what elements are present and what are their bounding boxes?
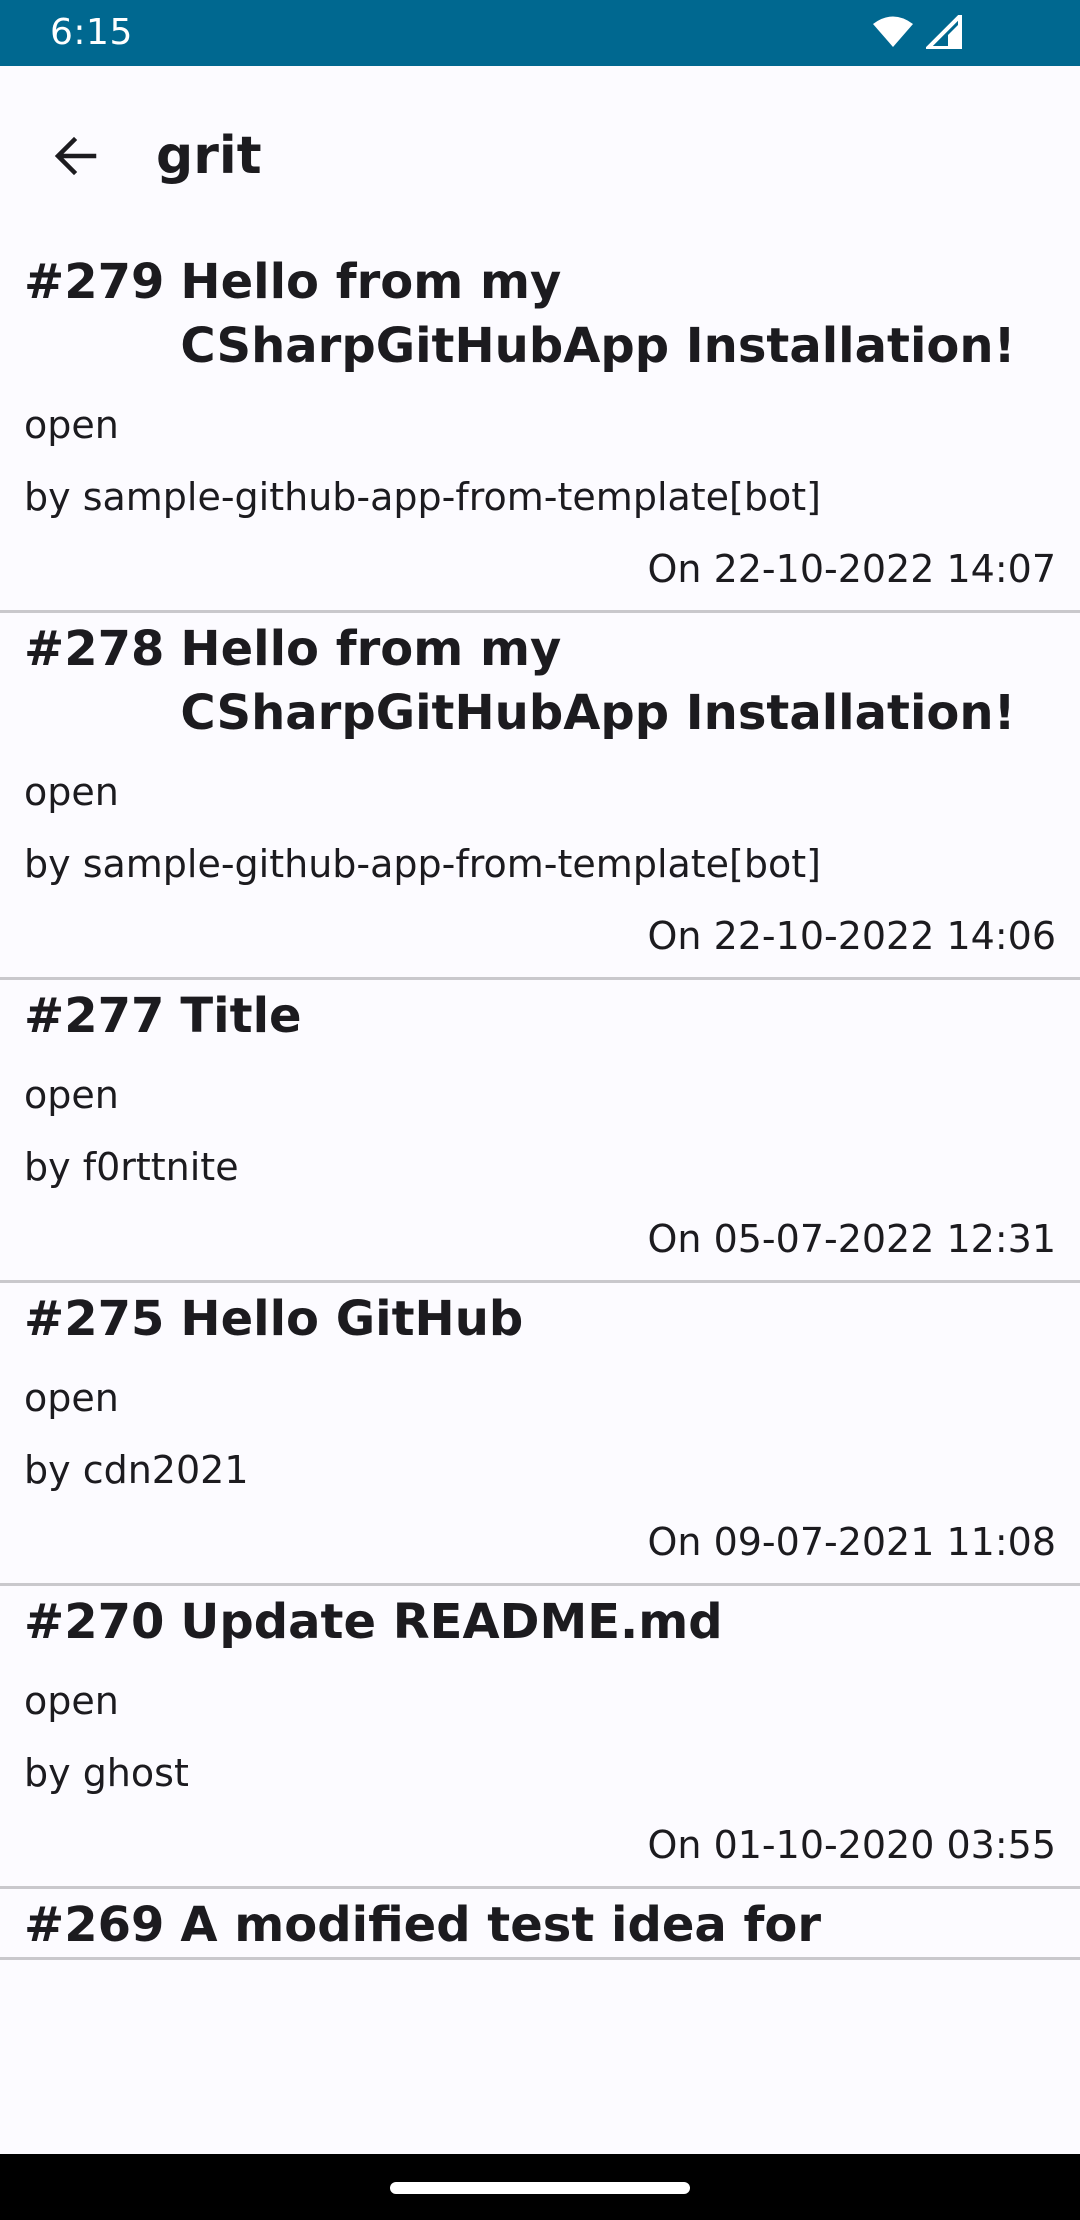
- back-button[interactable]: [40, 122, 112, 194]
- issue-state: open: [24, 403, 119, 447]
- status-bar: 6:15: [0, 0, 1080, 66]
- issue-list-item[interactable]: #277 Title open by f0rttnite On 05-07-20…: [0, 980, 1080, 1283]
- status-time: 6:15: [50, 12, 133, 53]
- wifi-icon: [872, 15, 914, 53]
- issue-author: by ghost: [24, 1751, 189, 1795]
- issue-list-item[interactable]: #275 Hello GitHub open by cdn2021 On 09-…: [0, 1283, 1080, 1586]
- arrow-back-icon: [52, 132, 100, 184]
- issue-title: Title: [180, 988, 302, 1044]
- issue-title: Update README.md: [180, 1594, 723, 1650]
- issue-state: open: [24, 1073, 119, 1117]
- issue-state: open: [24, 770, 119, 814]
- issue-number: #278: [24, 621, 165, 677]
- issue-list-item[interactable]: #270 Update README.md open by ghost On 0…: [0, 1586, 1080, 1889]
- page-title: grit: [156, 126, 262, 186]
- issue-title: Hello GitHub: [180, 1291, 524, 1347]
- issue-date: On 09-07-2021 11:08: [647, 1520, 1057, 1564]
- status-icons: [872, 11, 962, 54]
- issue-date: On 05-07-2022 12:31: [647, 1217, 1057, 1261]
- cell-signal-icon: [923, 11, 962, 53]
- issue-number: #269: [24, 1897, 165, 1953]
- issue-title: Hello from my CSharpGitHubApp Installati…: [180, 254, 1016, 374]
- issue-author: by sample-github-app-from-template[bot]: [24, 842, 821, 886]
- navigation-bar: [0, 2154, 1080, 2220]
- issue-state: open: [24, 1679, 119, 1723]
- issue-title-row: #277 Title: [24, 980, 1056, 1048]
- issue-author: by f0rttnite: [24, 1145, 239, 1189]
- issue-number: #277: [24, 988, 165, 1044]
- issue-number: #279: [24, 254, 165, 310]
- app-bar: grit: [0, 66, 1080, 246]
- issue-title-row: #270 Update README.md: [24, 1586, 1056, 1654]
- issue-title-row: #275 Hello GitHub: [24, 1283, 1056, 1351]
- issue-number: #275: [24, 1291, 165, 1347]
- issue-title-row: #269 A modified test idea for: [24, 1889, 1056, 1957]
- issue-list-item[interactable]: #269 A modified test idea for: [0, 1889, 1080, 1960]
- issue-author: by cdn2021: [24, 1448, 249, 1492]
- issue-date: On 22-10-2022 14:07: [647, 547, 1057, 591]
- issue-title: Hello from my CSharpGitHubApp Installati…: [180, 621, 1016, 741]
- issue-date: On 22-10-2022 14:06: [647, 914, 1057, 958]
- home-gesture-handle[interactable]: [390, 2182, 690, 2194]
- issue-list-item[interactable]: #278 Hello from my CSharpGitHubApp Insta…: [0, 613, 1080, 980]
- issue-title-row: #279 Hello from my CSharpGitHubApp Insta…: [24, 246, 1056, 378]
- issue-date: On 01-10-2020 03:55: [647, 1823, 1057, 1867]
- issue-title-row: #278 Hello from my CSharpGitHubApp Insta…: [24, 613, 1056, 745]
- issue-title: A modified test idea for: [180, 1897, 822, 1953]
- issue-number: #270: [24, 1594, 165, 1650]
- issue-list[interactable]: #279 Hello from my CSharpGitHubApp Insta…: [0, 246, 1080, 2156]
- issue-author: by sample-github-app-from-template[bot]: [24, 475, 821, 519]
- issue-state: open: [24, 1376, 119, 1420]
- issue-list-item[interactable]: #279 Hello from my CSharpGitHubApp Insta…: [0, 246, 1080, 613]
